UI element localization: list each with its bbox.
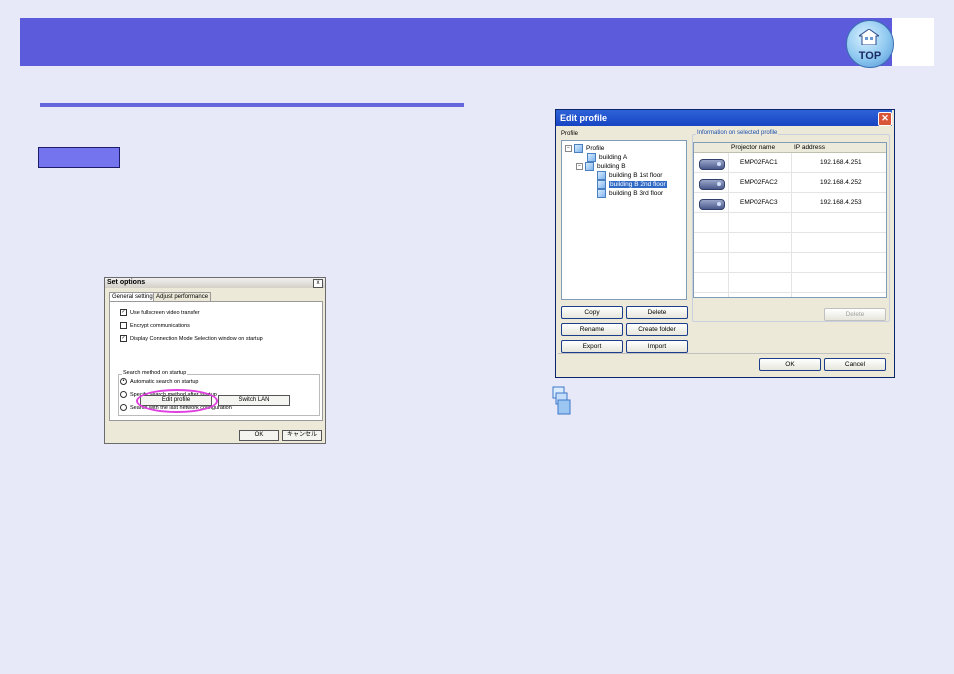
tree-node-label: building B 1st floor bbox=[609, 172, 663, 180]
table-row-empty bbox=[694, 233, 886, 253]
highlight-ellipse bbox=[136, 389, 218, 413]
folder-icon bbox=[587, 153, 596, 162]
tree-node-label: building A bbox=[599, 154, 628, 162]
tree-node-label: building B 3rd floor bbox=[609, 190, 664, 198]
tree-node-3rd-floor[interactable]: building B 3rd floor bbox=[597, 189, 663, 198]
column-header-icon bbox=[694, 143, 728, 153]
copy-button[interactable]: Copy bbox=[561, 306, 623, 319]
top-label: TOP bbox=[858, 50, 882, 62]
set-options-close-button[interactable]: x bbox=[313, 279, 323, 288]
header-page-number-area bbox=[892, 18, 934, 66]
table-row[interactable]: EMP02FAC1 192.168.4.251 bbox=[694, 153, 886, 173]
ok-button[interactable]: OK bbox=[759, 358, 821, 371]
info-group-label: Information on selected profile bbox=[696, 130, 779, 136]
folder-icon bbox=[574, 144, 583, 153]
profile-label: Profile bbox=[561, 131, 579, 137]
profile-folder-icon bbox=[552, 386, 571, 415]
checkbox-connection-mode[interactable]: ✓ Display Connection Mode Selection windo… bbox=[120, 335, 263, 343]
set-options-title: Set options bbox=[105, 278, 325, 288]
projector-name: EMP02FAC3 bbox=[740, 199, 778, 206]
close-button[interactable]: ✕ bbox=[878, 112, 892, 126]
dialog-separator bbox=[558, 353, 890, 354]
projector-list-table[interactable]: Projector name IP address EMP02FAC1 192.… bbox=[693, 142, 887, 298]
tree-node-building-b[interactable]: − building B bbox=[576, 162, 626, 171]
checkbox-icon bbox=[120, 322, 127, 329]
projector-icon bbox=[699, 199, 725, 210]
home-icon bbox=[859, 29, 879, 45]
projector-icon bbox=[699, 159, 725, 170]
cancel-button[interactable]: キャンセル bbox=[282, 430, 322, 441]
import-button[interactable]: Import bbox=[626, 340, 688, 353]
export-button[interactable]: Export bbox=[561, 340, 623, 353]
delete-button[interactable]: Delete bbox=[626, 306, 688, 319]
projector-icon bbox=[699, 179, 725, 190]
top-link-button[interactable]: TOP bbox=[846, 20, 894, 68]
collapse-icon[interactable]: − bbox=[565, 145, 572, 152]
checkbox-label: Use fullscreen video transfer bbox=[130, 309, 200, 316]
folder-icon bbox=[585, 162, 594, 171]
collapse-icon[interactable]: − bbox=[576, 163, 583, 170]
search-method-label: Search method on startup bbox=[122, 370, 188, 376]
section-heading-rule bbox=[40, 103, 464, 107]
table-row-empty bbox=[694, 253, 886, 273]
header-bar bbox=[20, 18, 934, 66]
radio-selected-icon: • bbox=[120, 378, 127, 385]
profile-file-icon bbox=[597, 180, 606, 189]
tree-node-profile[interactable]: − Profile bbox=[565, 144, 604, 153]
delete-projector-button[interactable]: Delete bbox=[824, 308, 886, 321]
checkbox-label: Display Connection Mode Selection window… bbox=[130, 335, 263, 342]
radio-label: Automatic search on startup bbox=[130, 378, 199, 385]
ip-address: 192.168.4.253 bbox=[820, 199, 862, 206]
edit-profile-dialog: Edit profile ✕ Profile − Profile building… bbox=[555, 109, 895, 378]
checkbox-fullscreen-video[interactable]: ✓ Use fullscreen video transfer bbox=[120, 309, 200, 317]
checkbox-label: Encrypt communications bbox=[130, 322, 190, 329]
checkbox-checked-icon: ✓ bbox=[120, 309, 127, 316]
profile-file-icon bbox=[597, 171, 606, 180]
edit-profile-title: Edit profile bbox=[556, 110, 892, 126]
tree-node-2nd-floor[interactable]: building B 2nd floor bbox=[597, 180, 667, 189]
table-row-empty bbox=[694, 213, 886, 233]
column-header-projector-name[interactable]: Projector name bbox=[728, 143, 791, 153]
table-row[interactable]: EMP02FAC2 192.168.4.252 bbox=[694, 173, 886, 193]
radio-icon bbox=[120, 404, 127, 411]
tree-node-label: building B bbox=[597, 163, 626, 171]
set-options-dialog: Set options x General settings Adjust pe… bbox=[104, 277, 326, 444]
tree-node-label-selected: building B 2nd floor bbox=[609, 181, 667, 189]
procedure-badge bbox=[38, 147, 120, 168]
checkbox-checked-icon: ✓ bbox=[120, 335, 127, 342]
tree-node-building-a[interactable]: building A bbox=[587, 153, 627, 162]
cancel-button[interactable]: Cancel bbox=[824, 358, 886, 371]
checkbox-encrypt[interactable]: Encrypt communications bbox=[120, 322, 190, 330]
ip-address: 192.168.4.252 bbox=[820, 179, 862, 186]
tree-node-1st-floor[interactable]: building B 1st floor bbox=[597, 171, 662, 180]
projector-name: EMP02FAC2 bbox=[740, 179, 778, 186]
rename-button[interactable]: Rename bbox=[561, 323, 623, 336]
profile-tree[interactable]: − Profile building A − building B building… bbox=[561, 140, 687, 300]
radio-icon bbox=[120, 391, 127, 398]
create-folder-button[interactable]: Create folder bbox=[626, 323, 688, 336]
table-row[interactable]: EMP02FAC3 192.168.4.253 bbox=[694, 193, 886, 213]
ok-button[interactable]: OK bbox=[239, 430, 279, 441]
projector-name: EMP02FAC1 bbox=[740, 159, 778, 166]
ip-address: 192.168.4.251 bbox=[820, 159, 862, 166]
column-header-ip-address[interactable]: IP address bbox=[791, 143, 886, 153]
tree-node-label: Profile bbox=[586, 145, 605, 153]
table-row-empty bbox=[694, 273, 886, 293]
radio-automatic-search[interactable]: • Automatic search on startup bbox=[120, 378, 198, 386]
switch-lan-button[interactable]: Switch LAN bbox=[218, 395, 290, 406]
profile-file-icon bbox=[597, 189, 606, 198]
